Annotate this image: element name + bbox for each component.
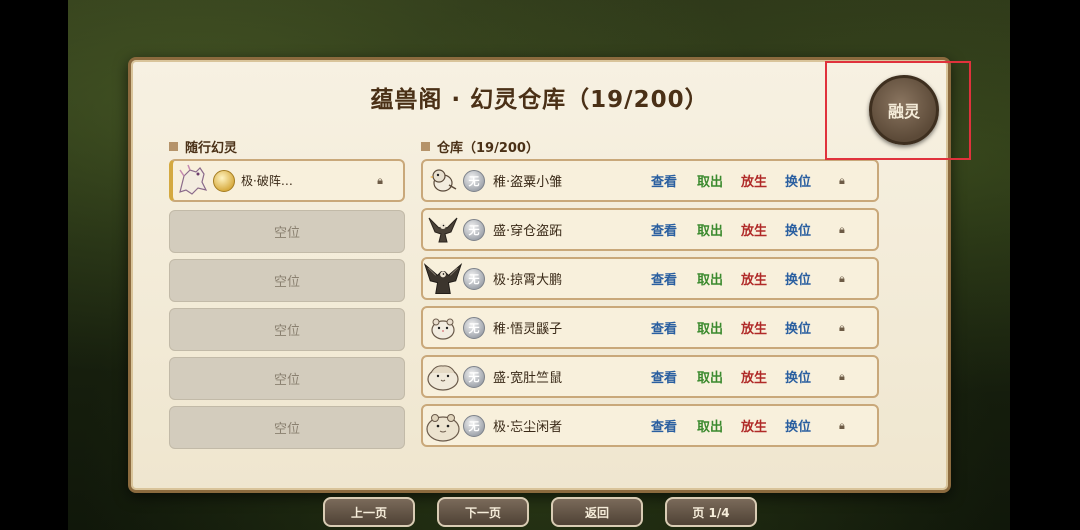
grade-badge: 无 <box>463 316 485 339</box>
companion-label: 随行幻灵 <box>169 137 237 156</box>
grade-badge: 无 <box>463 169 485 192</box>
take-out-button[interactable]: 取出 <box>697 318 723 337</box>
lock-icon[interactable]: 🔒︎ <box>839 174 845 188</box>
companion-slot-1[interactable]: 极·破阵… 🔒︎ <box>169 159 405 202</box>
eagle-icon <box>423 210 463 250</box>
warehouse-row: 无 盛·宽肚竺鼠 查看 取出 放生 换位 🔒︎ <box>421 355 879 398</box>
view-button[interactable]: 查看 <box>651 269 677 288</box>
swap-button[interactable]: 换位 <box>785 367 811 386</box>
swap-button[interactable]: 换位 <box>785 269 811 288</box>
lock-icon[interactable]: 🔒︎ <box>839 321 845 335</box>
guinea-pig-icon <box>423 357 463 397</box>
grade-badge: 无 <box>463 267 485 290</box>
pet-name: 盛·穿仓盗跖 <box>493 224 563 239</box>
take-out-button[interactable]: 取出 <box>697 416 723 435</box>
lock-icon[interactable]: 🔒︎ <box>839 223 845 237</box>
pet-name: 稚·盗粟小雏 <box>493 175 563 190</box>
view-button[interactable]: 查看 <box>651 220 677 239</box>
square-icon <box>169 142 178 151</box>
companion-slot-2[interactable]: 空位 <box>169 210 405 253</box>
warehouse-row: 无 盛·穿仓盗跖 查看 取出 放生 换位 🔒︎ <box>421 208 879 251</box>
page-indicator: 页 1/4 <box>665 497 757 527</box>
next-page-button[interactable]: 下一页 <box>437 497 529 527</box>
release-button[interactable]: 放生 <box>741 416 767 435</box>
view-button[interactable]: 查看 <box>651 416 677 435</box>
release-button[interactable]: 放生 <box>741 367 767 386</box>
lock-icon[interactable]: 🔒︎ <box>377 174 383 188</box>
companion-label-text: 随行幻灵 <box>185 141 238 156</box>
pet-name: 盛·宽肚竺鼠 <box>493 371 563 386</box>
warehouse-row: 无 稚·悟灵鼷子 查看 取出 放生 换位 🔒︎ <box>421 306 879 349</box>
warehouse-row: 无 极·忘尘闲者 查看 取出 放生 换位 🔒︎ <box>421 404 879 447</box>
sparrow-icon <box>423 161 463 201</box>
warehouse-row: 无 极·掠霄大鹏 查看 取出 放生 换位 🔒︎ <box>421 257 879 300</box>
pet-name: 极·掠霄大鹏 <box>493 273 563 288</box>
back-button[interactable]: 返回 <box>551 497 643 527</box>
view-button[interactable]: 查看 <box>651 367 677 386</box>
view-button[interactable]: 查看 <box>651 171 677 190</box>
letterbox-left <box>0 0 68 530</box>
square-icon <box>421 142 430 151</box>
pet-name: 极·忘尘闲者 <box>493 420 563 435</box>
qilin-icon <box>173 161 213 201</box>
big-eagle-icon <box>423 259 463 299</box>
take-out-button[interactable]: 取出 <box>697 367 723 386</box>
take-out-button[interactable]: 取出 <box>697 220 723 239</box>
release-button[interactable]: 放生 <box>741 269 767 288</box>
companion-slot-5[interactable]: 空位 <box>169 357 405 400</box>
prev-page-button[interactable]: 上一页 <box>323 497 415 527</box>
grade-badge: 无 <box>463 414 485 437</box>
grade-badge: 无 <box>463 218 485 241</box>
grade-badge: 无 <box>463 365 485 388</box>
fat-hamster-icon <box>423 406 463 446</box>
lock-icon[interactable]: 🔒︎ <box>839 370 845 384</box>
warehouse-label-text: 仓库（19/200） <box>437 141 539 156</box>
release-button[interactable]: 放生 <box>741 318 767 337</box>
pet-name: 稚·悟灵鼷子 <box>493 322 563 337</box>
letterbox-right <box>1010 0 1080 530</box>
view-button[interactable]: 查看 <box>651 318 677 337</box>
warehouse-label: 仓库（19/200） <box>421 137 539 156</box>
swap-button[interactable]: 换位 <box>785 171 811 190</box>
companion-slot-4[interactable]: 空位 <box>169 308 405 351</box>
highlight-box <box>825 61 971 160</box>
lock-icon[interactable]: 🔒︎ <box>839 419 845 433</box>
grade-badge <box>213 169 235 192</box>
release-button[interactable]: 放生 <box>741 171 767 190</box>
hamster-icon <box>423 308 463 348</box>
take-out-button[interactable]: 取出 <box>697 171 723 190</box>
swap-button[interactable]: 换位 <box>785 416 811 435</box>
companion-slot-6[interactable]: 空位 <box>169 406 405 449</box>
take-out-button[interactable]: 取出 <box>697 269 723 288</box>
companion-slot-3[interactable]: 空位 <box>169 259 405 302</box>
lock-icon[interactable]: 🔒︎ <box>839 272 845 286</box>
swap-button[interactable]: 换位 <box>785 318 811 337</box>
swap-button[interactable]: 换位 <box>785 220 811 239</box>
release-button[interactable]: 放生 <box>741 220 767 239</box>
companion-slot-name: 极·破阵… <box>241 174 293 188</box>
warehouse-row: 无 稚·盗粟小雏 查看 取出 放生 换位 🔒︎ <box>421 159 879 202</box>
